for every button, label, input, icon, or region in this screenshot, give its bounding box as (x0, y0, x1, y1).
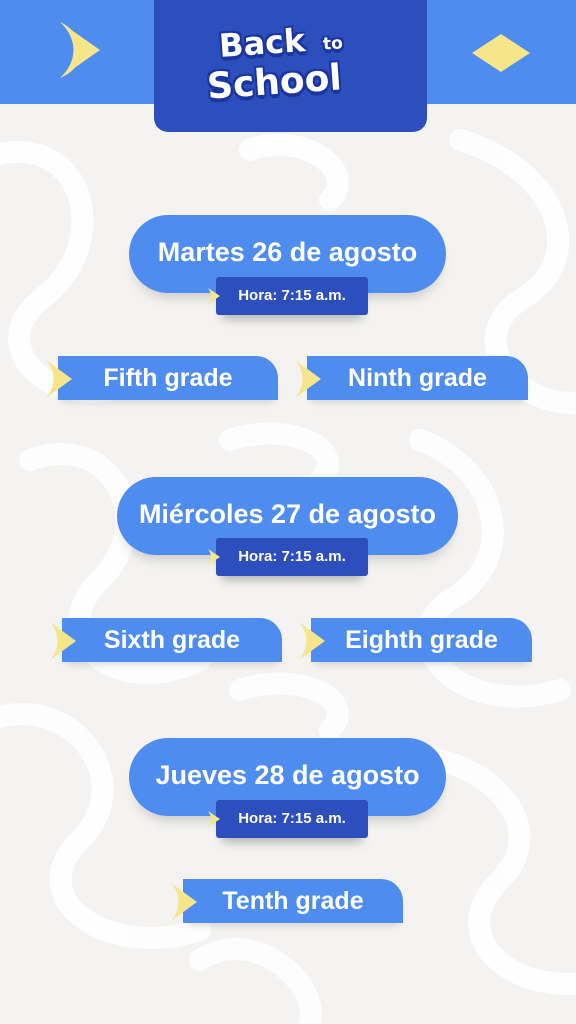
arrow-icon (50, 622, 76, 660)
arrow-icon (208, 811, 220, 827)
arrow-icon (208, 549, 220, 565)
grade-tag-ninth: Ninth grade (295, 356, 528, 400)
grade-tag-tenth: Tenth grade (171, 879, 403, 923)
date-label: Martes 26 de agosto (157, 237, 418, 267)
time-label: Hora: 7:15 a.m. (238, 548, 346, 565)
time-tag-2: Hora: 7:15 a.m. (208, 538, 368, 576)
time-label: Hora: 7:15 a.m. (238, 287, 346, 304)
arrow-icon (299, 622, 325, 660)
date-label: Jueves 28 de agosto (155, 760, 420, 790)
time-tag-1: Hora: 7:15 a.m. (208, 277, 368, 315)
arrow-icon (295, 360, 321, 398)
grade-tag-eighth: Eighth grade (299, 618, 532, 662)
logo-text-to: to (322, 33, 344, 55)
time-tag-3: Hora: 7:15 a.m. (208, 800, 368, 838)
grade-label: Sixth grade (103, 626, 241, 654)
arrow-icon (208, 288, 220, 304)
grade-tag-fifth: Fifth grade (46, 356, 278, 400)
grade-label: Fifth grade (103, 364, 233, 392)
grade-label: Tenth grade (222, 887, 364, 915)
grade-label: Ninth grade (348, 364, 487, 392)
logo-text-back: Back (217, 21, 307, 65)
grade-tag-sixth: Sixth grade (50, 618, 282, 662)
back-to-school-logo: Back to School (205, 18, 375, 114)
diamond-icon (472, 34, 530, 72)
date-label: Miércoles 27 de agosto (138, 499, 437, 529)
time-label: Hora: 7:15 a.m. (238, 810, 346, 827)
crescent-moon-icon (60, 22, 100, 78)
arrow-icon (171, 883, 197, 921)
logo-text-school: School (205, 57, 343, 108)
grade-label: Eighth grade (345, 626, 498, 654)
arrow-icon (46, 360, 72, 398)
